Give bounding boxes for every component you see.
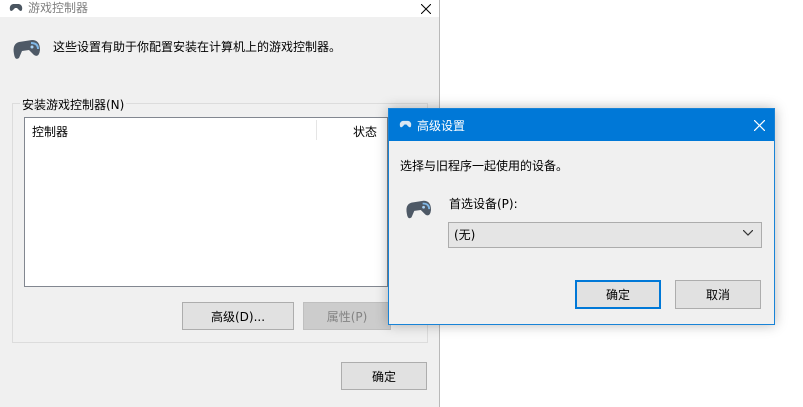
gamepad-icon <box>402 197 434 223</box>
close-icon[interactable] <box>412 0 439 17</box>
column-header-controller[interactable]: 控制器 <box>32 123 68 140</box>
window-title: 游戏控制器 <box>28 1 89 15</box>
title-bar[interactable]: 游戏控制器 <box>0 0 439 17</box>
controller-list[interactable]: 控制器 状态 <box>24 117 388 287</box>
preferred-device-label: 首选设备(P): <box>449 197 518 211</box>
controllers-group-label: 安装游戏控制器(N) <box>20 96 127 113</box>
chevron-down-icon <box>743 230 753 236</box>
properties-button[interactable]: 属性(P) <box>303 302 391 330</box>
dialog-description: 选择与旧程序一起使用的设备。 <box>400 159 569 173</box>
column-header-status[interactable]: 状态 <box>353 123 377 140</box>
gamepad-icon <box>10 36 42 64</box>
gamepad-icon <box>398 119 413 130</box>
preferred-device-select[interactable]: (无) <box>448 222 762 248</box>
ok-button[interactable]: 确定 <box>341 362 427 390</box>
advanced-button[interactable]: 高级(D)... <box>182 302 294 330</box>
dialog-title-bar[interactable]: 高级设置 <box>389 109 774 141</box>
dialog-title: 高级设置 <box>417 119 466 133</box>
game-controllers-window: 游戏控制器 这些设置有助于你配置安装在计算机上的游戏控制器。 安装游戏控制器(N… <box>0 0 440 407</box>
dialog-cancel-button[interactable]: 取消 <box>675 280 761 309</box>
advanced-settings-dialog: 高级设置 选择与旧程序一起使用的设备。 首选设备(P): (无) 确定 取消 <box>388 108 775 325</box>
column-divider[interactable] <box>316 120 317 140</box>
preferred-device-value: (无) <box>454 228 476 242</box>
dialog-ok-button[interactable]: 确定 <box>575 280 661 309</box>
gamepad-icon <box>8 2 24 14</box>
window-description: 这些设置有助于你配置安装在计算机上的游戏控制器。 <box>53 40 342 54</box>
close-icon[interactable] <box>744 109 774 141</box>
